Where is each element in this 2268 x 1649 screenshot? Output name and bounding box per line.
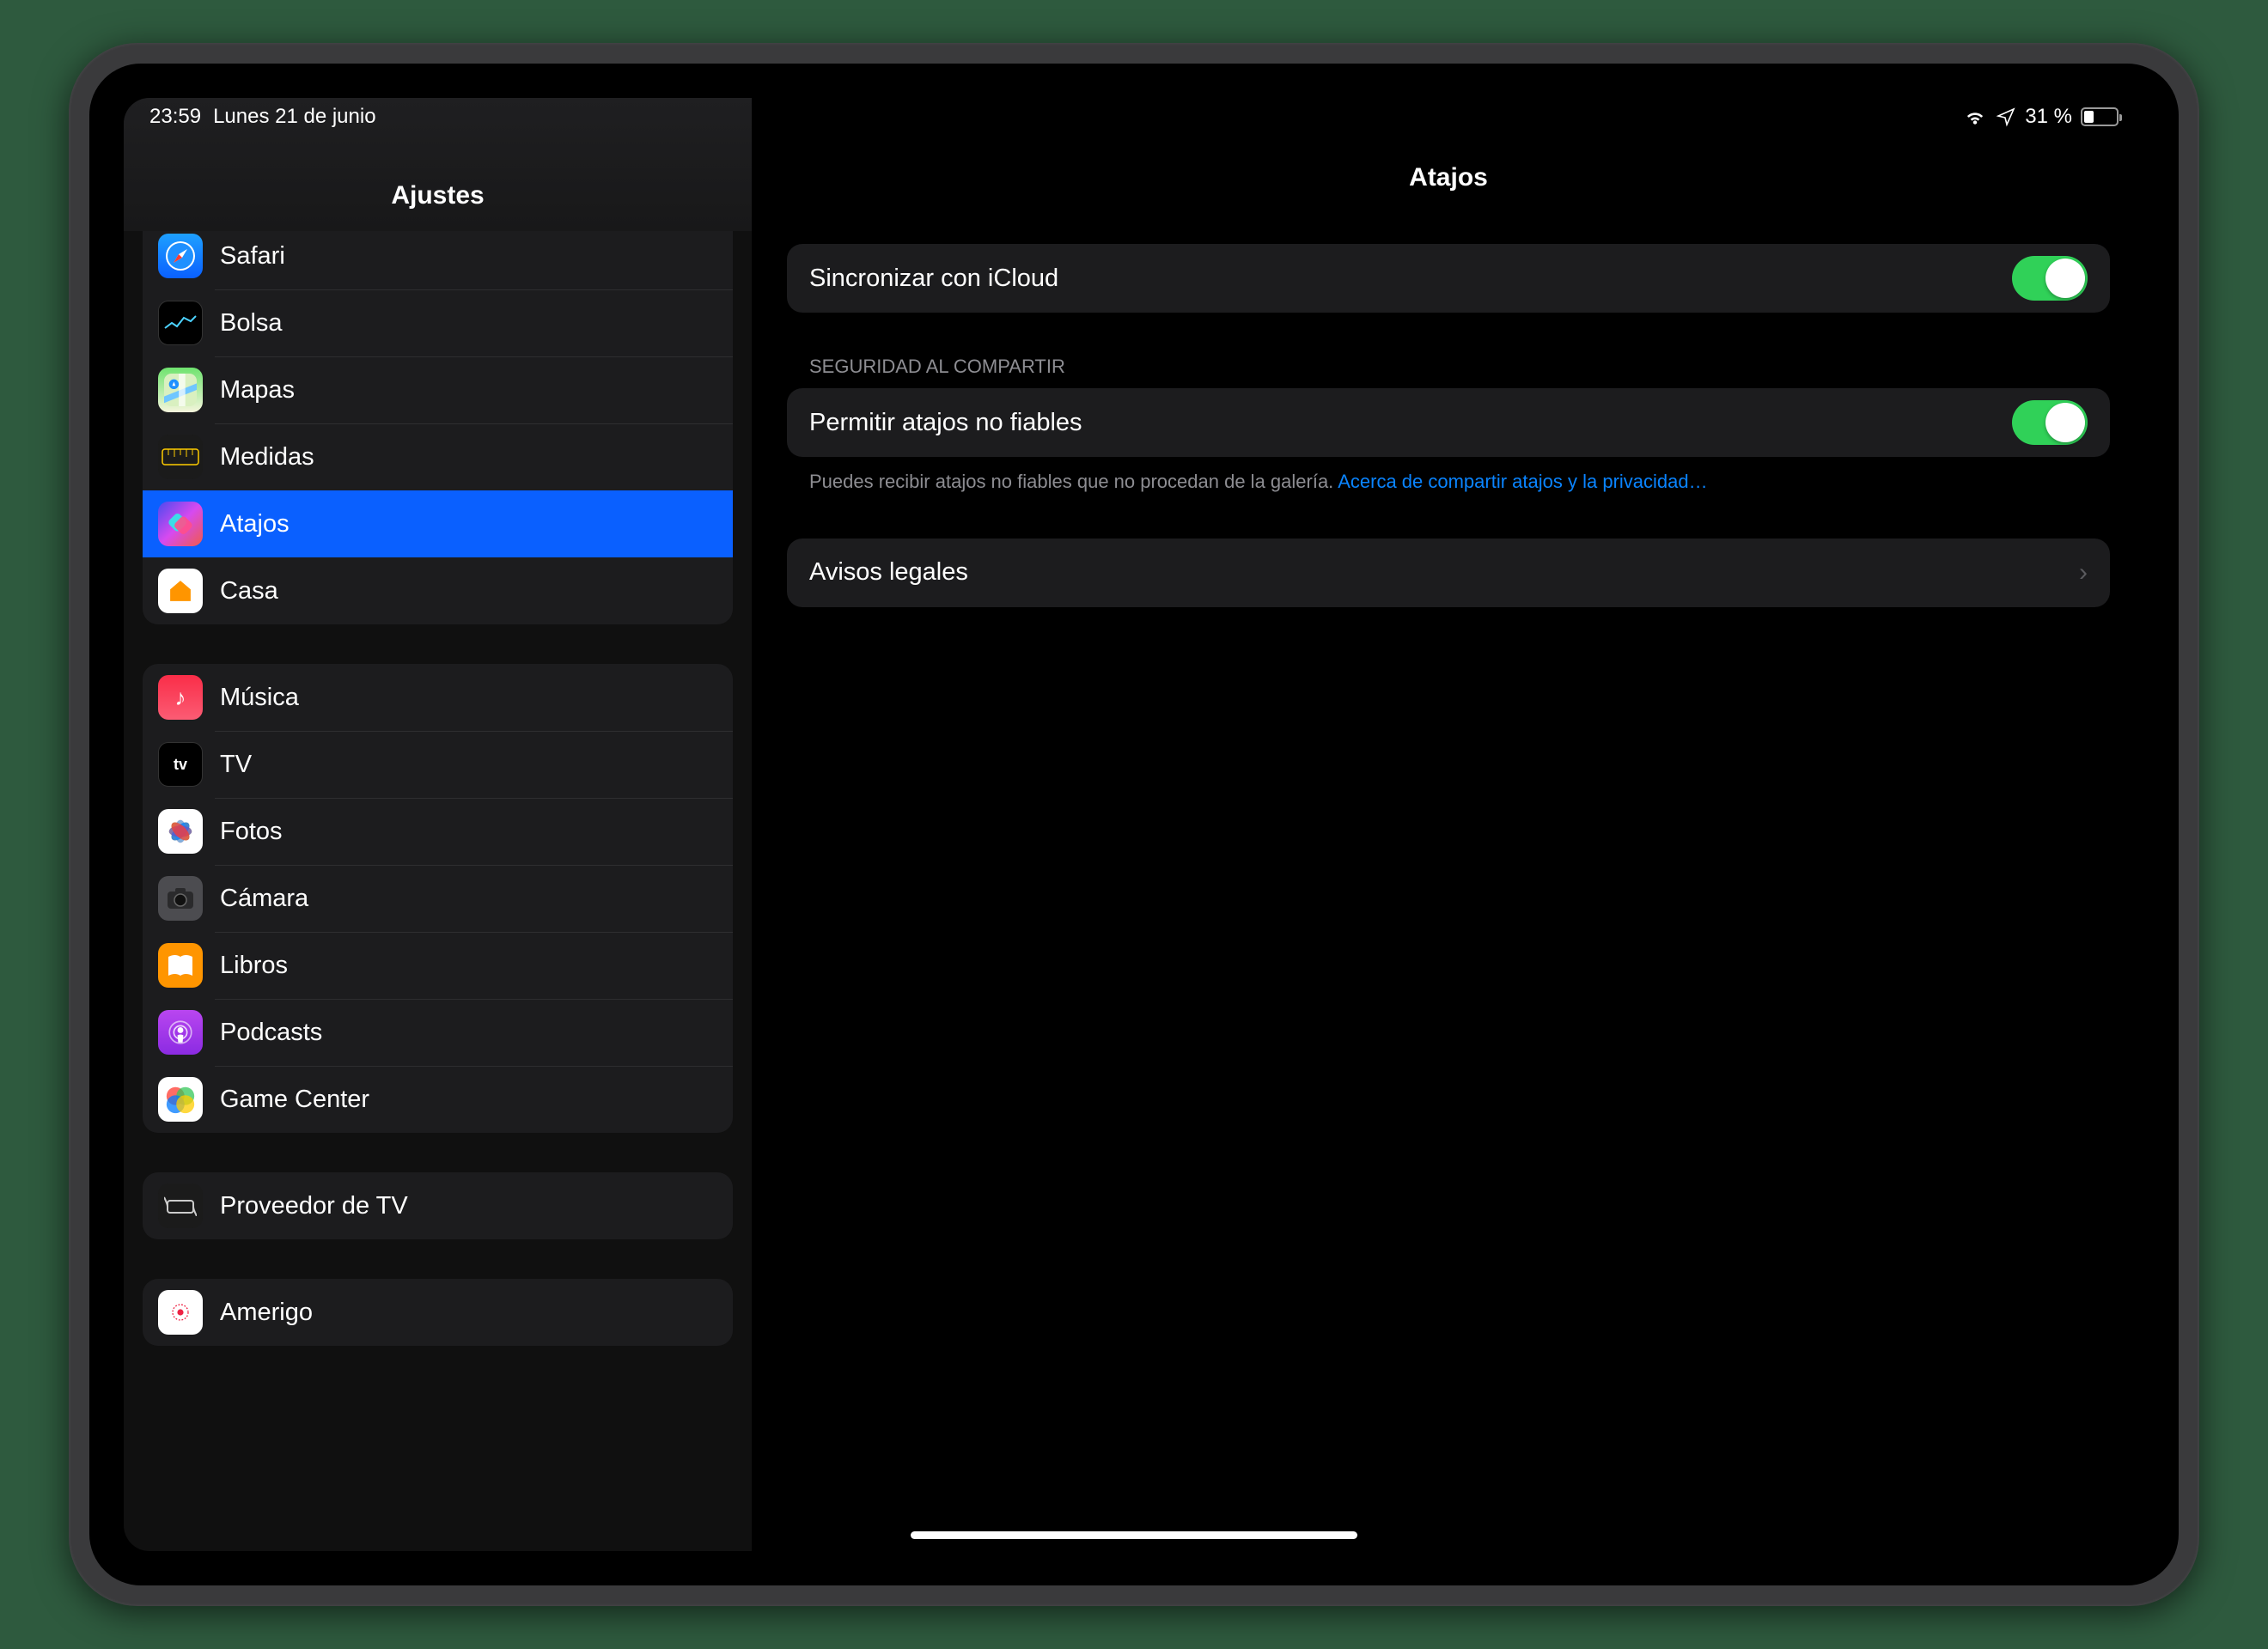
podcasts-icon: [158, 1010, 203, 1055]
photos-icon: [158, 809, 203, 854]
sidebar-group-thirdparty: Amerigo: [143, 1279, 733, 1346]
sidebar-item-fotos[interactable]: Fotos: [143, 798, 733, 865]
measure-icon: [158, 435, 203, 479]
status-bar: 23:59 Lunes 21 de junio 31 %: [124, 98, 2144, 136]
sidebar-item-label: Fotos: [220, 818, 283, 846]
home-indicator[interactable]: [911, 1531, 1357, 1539]
sidebar-item-label: Medidas: [220, 443, 314, 472]
sidebar-item-label: Game Center: [220, 1086, 369, 1114]
detail-pane: Atajos Sincronizar con iCloud SEGURIDAD …: [753, 98, 2144, 1551]
sidebar-item-bolsa[interactable]: Bolsa: [143, 289, 733, 356]
detail-body[interactable]: Sincronizar con iCloud SEGURIDAD AL COMP…: [753, 210, 2144, 1551]
sidebar-item-amerigo[interactable]: Amerigo: [143, 1279, 733, 1346]
sidebar-item-medidas[interactable]: Medidas: [143, 423, 733, 490]
sidebar-group-tvprovider: Proveedor de TV: [143, 1172, 733, 1239]
music-icon: ♪: [158, 675, 203, 720]
row-legal-notices[interactable]: Avisos legales ›: [787, 539, 2110, 607]
home-icon: [158, 569, 203, 613]
books-icon: [158, 943, 203, 988]
sidebar-item-label: Podcasts: [220, 1019, 322, 1047]
section-header-security: SEGURIDAD AL COMPARTIR: [787, 356, 2110, 388]
tv-icon: tv: [158, 742, 203, 787]
status-time: 23:59: [149, 105, 201, 129]
sidebar-item-mapas[interactable]: Mapas: [143, 356, 733, 423]
maps-icon: [158, 368, 203, 412]
allow-untrusted-label: Permitir atajos no fiables: [809, 409, 1082, 437]
footer-text: Puedes recibir atajos no fiables que no …: [809, 471, 1338, 492]
sidebar-item-label: Safari: [220, 242, 285, 271]
sidebar-item-label: Cámara: [220, 885, 308, 913]
sidebar-item-libros[interactable]: Libros: [143, 932, 733, 999]
section-footer-security: Puedes recibir atajos no fiables que no …: [787, 457, 2110, 496]
sidebar-group-apps-2: ♪ Música tv TV Fotos: [143, 664, 733, 1133]
detail-group-security: Permitir atajos no fiables: [787, 388, 2110, 457]
gamecenter-icon: [158, 1077, 203, 1122]
sidebar-scroll[interactable]: Safari Bolsa: [124, 231, 752, 1551]
sidebar-item-label: Mapas: [220, 376, 295, 405]
tvprovider-icon: [158, 1184, 203, 1228]
row-allow-untrusted[interactable]: Permitir atajos no fiables: [787, 388, 2110, 457]
ipad-device-frame: 23:59 Lunes 21 de junio 31 %: [69, 43, 2199, 1606]
legal-notices-label: Avisos legales: [809, 558, 968, 587]
battery-percent: 31 %: [2025, 105, 2072, 129]
row-sync-icloud[interactable]: Sincronizar con iCloud: [787, 244, 2110, 313]
sidebar-item-musica[interactable]: ♪ Música: [143, 664, 733, 731]
wifi-icon: [1963, 107, 1987, 126]
camera-icon: [158, 876, 203, 921]
location-icon: [1996, 106, 2016, 127]
ipad-bezel: 23:59 Lunes 21 de junio 31 %: [89, 64, 2179, 1585]
sidebar-item-gamecenter[interactable]: Game Center: [143, 1066, 733, 1133]
toggle-allow-untrusted[interactable]: [2012, 400, 2088, 445]
sidebar-item-atajos[interactable]: Atajos: [143, 490, 733, 557]
shortcuts-icon: [158, 502, 203, 546]
sidebar-item-label: Casa: [220, 577, 278, 605]
sidebar-group-apps-1: Safari Bolsa: [143, 231, 733, 624]
sidebar-item-podcasts[interactable]: Podcasts: [143, 999, 733, 1066]
battery-icon: [2081, 107, 2119, 126]
screen: 23:59 Lunes 21 de junio 31 %: [124, 98, 2144, 1551]
sidebar-item-label: Libros: [220, 952, 288, 980]
amerigo-icon: [158, 1290, 203, 1335]
sidebar-item-tvprovider[interactable]: Proveedor de TV: [143, 1172, 733, 1239]
sync-icloud-label: Sincronizar con iCloud: [809, 265, 1058, 293]
sidebar-item-label: Música: [220, 684, 299, 712]
sidebar-item-tv[interactable]: tv TV: [143, 731, 733, 798]
toggle-sync-icloud[interactable]: [2012, 256, 2088, 301]
sidebar-item-safari[interactable]: Safari: [143, 231, 733, 289]
detail-group-sync: Sincronizar con iCloud: [787, 244, 2110, 313]
sidebar-item-label: Bolsa: [220, 309, 283, 338]
sidebar-item-camara[interactable]: Cámara: [143, 865, 733, 932]
status-date: Lunes 21 de junio: [213, 105, 376, 129]
sidebar-item-label: Amerigo: [220, 1299, 313, 1327]
sidebar-item-label: TV: [220, 751, 252, 779]
sidebar-item-casa[interactable]: Casa: [143, 557, 733, 624]
safari-icon: [158, 234, 203, 278]
stocks-icon: [158, 301, 203, 345]
sidebar-item-label: Proveedor de TV: [220, 1192, 408, 1220]
chevron-right-icon: ›: [2079, 558, 2088, 587]
footer-link-privacy[interactable]: Acerca de compartir atajos y la privacid…: [1338, 471, 1707, 492]
settings-sidebar: Ajustes Safari: [124, 98, 753, 1551]
detail-group-legal: Avisos legales ›: [787, 539, 2110, 607]
sidebar-item-label: Atajos: [220, 510, 290, 539]
